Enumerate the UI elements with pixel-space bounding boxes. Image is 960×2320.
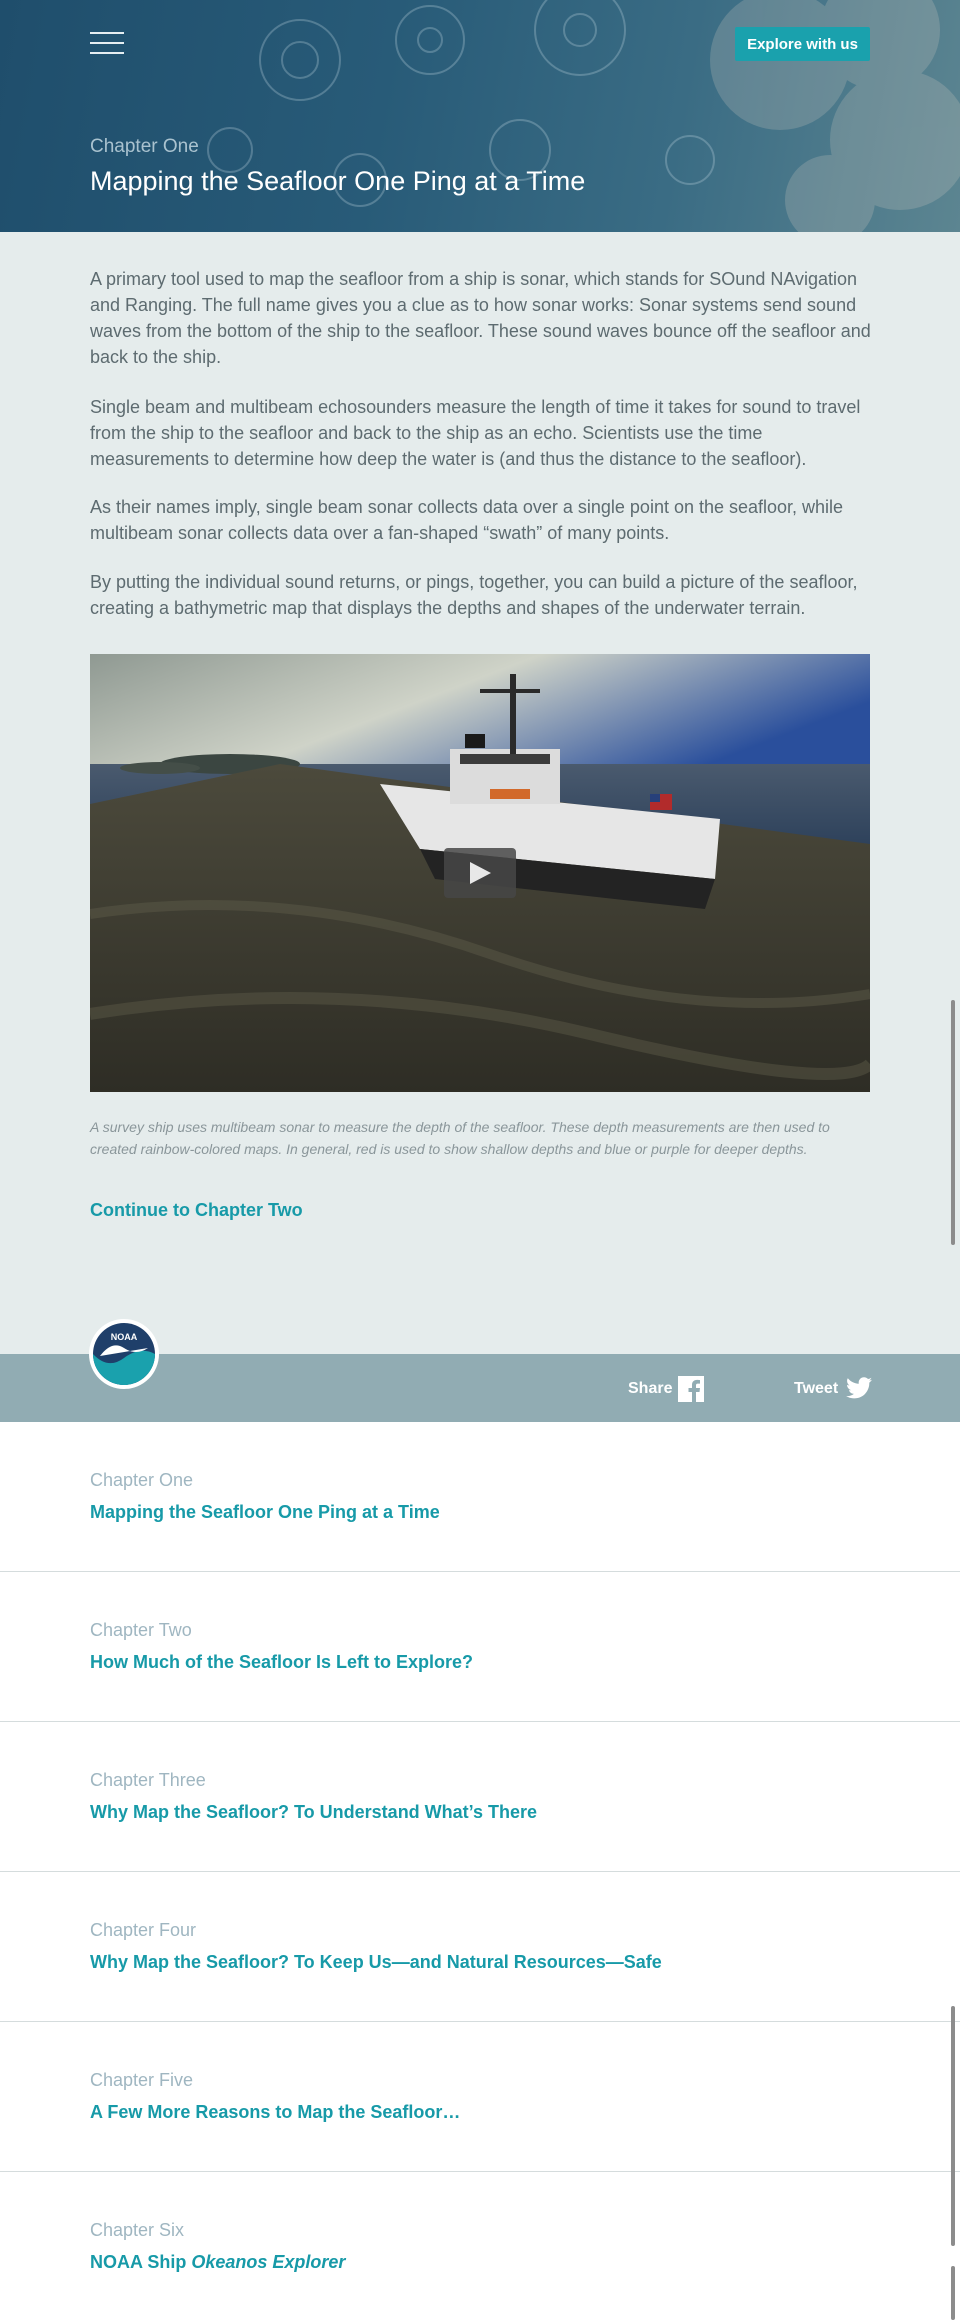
- tweet-label: Tweet: [794, 1380, 839, 1397]
- chapter-title-link[interactable]: Why Map the Seafloor? To Understand What…: [90, 1802, 537, 1823]
- chapter-item-two[interactable]: Chapter Two How Much of the Seafloor Is …: [0, 1572, 960, 1722]
- scrollbar-thumb-secondary[interactable]: [951, 2006, 955, 2246]
- chapter-number: Chapter Three: [90, 1770, 206, 1790]
- twitter-icon: [846, 1377, 872, 1399]
- chapter-title-link[interactable]: How Much of the Seafloor Is Left to Expl…: [90, 1652, 473, 1673]
- continue-to-chapter-two-link[interactable]: Continue to Chapter Two: [90, 1200, 303, 1221]
- chapter-number: Chapter Five: [90, 2070, 194, 2090]
- chapter-number: Chapter One: [90, 1470, 194, 1490]
- explore-with-us-button[interactable]: Explore with us: [735, 27, 870, 61]
- page-title: Mapping the Seafloor One Ping at a Time: [90, 166, 586, 196]
- paragraph-bathymetric-map: By putting the individual sound returns,…: [90, 572, 858, 618]
- chapter-title-ship-name: Okeanos Explorer: [191, 2252, 346, 2272]
- scrollbar-thumb-tertiary[interactable]: [951, 2266, 955, 2320]
- chapter-list: Chapter One Mapping the Seafloor One Pin…: [0, 1422, 960, 2320]
- hamburger-menu-icon[interactable]: [90, 30, 124, 56]
- facebook-icon: [678, 1376, 704, 1402]
- noaa-logo[interactable]: NOAA: [88, 1318, 160, 1390]
- paragraph-sonar-intro: A primary tool used to map the seafloor …: [90, 269, 871, 367]
- share-label: Share: [628, 1380, 673, 1397]
- article-body: A primary tool used to map the seafloor …: [0, 232, 960, 1354]
- chapter-title-link[interactable]: Mapping the Seafloor One Ping at a Time: [90, 1502, 440, 1523]
- paragraph-echosounders: Single beam and multibeam echosounders m…: [90, 397, 861, 469]
- chapter-item-one[interactable]: Chapter One Mapping the Seafloor One Pin…: [0, 1422, 960, 1572]
- play-icon: [470, 862, 491, 884]
- play-button[interactable]: [444, 848, 516, 898]
- chapter-title-link[interactable]: A Few More Reasons to Map the Seafloor…: [90, 2102, 460, 2123]
- video-player[interactable]: [90, 654, 870, 1092]
- chapter-item-three[interactable]: Chapter Three Why Map the Seafloor? To U…: [0, 1722, 960, 1872]
- chapter-title-prefix: NOAA Ship: [90, 2252, 192, 2272]
- paragraph-beam-types: As their names imply, single beam sonar …: [90, 497, 844, 543]
- svg-text:NOAA: NOAA: [111, 1332, 138, 1342]
- chapter-number: Chapter Four: [90, 1920, 197, 1940]
- chapter-kicker: Chapter One: [90, 136, 199, 157]
- scrollbar-thumb[interactable]: [951, 1000, 955, 1245]
- chapter-title-link[interactable]: NOAA Ship Okeanos Explorer: [90, 2252, 345, 2273]
- video-caption: A survey ship uses multibeam sonar to me…: [90, 1119, 830, 1157]
- chapter-number: Chapter Six: [90, 2220, 185, 2240]
- chapter-item-six[interactable]: Chapter Six NOAA Ship Okeanos Explorer: [0, 2172, 960, 2320]
- chapter-item-five[interactable]: Chapter Five A Few More Reasons to Map t…: [0, 2022, 960, 2172]
- chapter-title-link[interactable]: Why Map the Seafloor? To Keep Us—and Nat…: [90, 1952, 662, 1973]
- hero-header: Explore with us Chapter One Mapping the …: [0, 0, 960, 232]
- chapter-number: Chapter Two: [90, 1620, 192, 1640]
- chapter-item-four[interactable]: Chapter Four Why Map the Seafloor? To Ke…: [0, 1872, 960, 2022]
